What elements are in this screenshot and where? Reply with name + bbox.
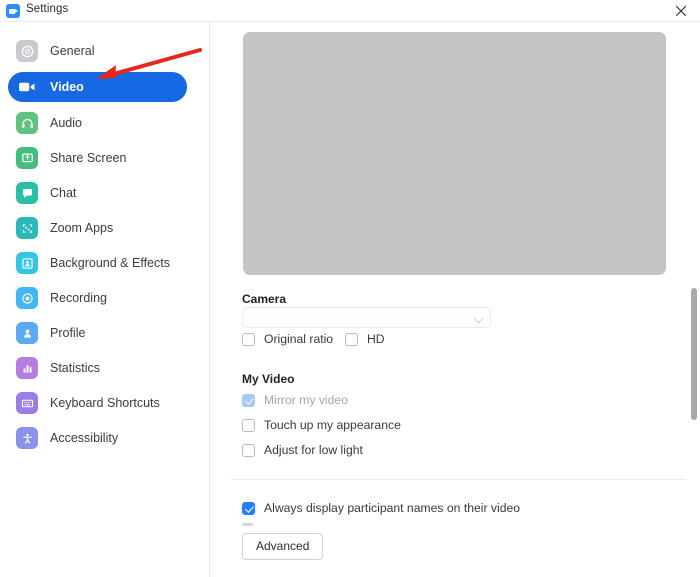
sidebar-item-label: General	[50, 44, 94, 58]
sidebar-item-label: Profile	[50, 326, 85, 340]
checkbox-box	[242, 394, 255, 407]
sidebar-item-label: Statistics	[50, 361, 100, 375]
checkbox-box	[345, 333, 358, 346]
close-button[interactable]	[666, 0, 696, 22]
sidebar-item-label: Audio	[50, 116, 82, 130]
checkbox-label: Touch up my appearance	[264, 418, 401, 432]
checkbox-always-display-names[interactable]: Always display participant names on thei…	[242, 501, 520, 515]
checkbox-label: HD	[367, 332, 385, 346]
close-icon	[675, 5, 687, 17]
zoom-camera-icon	[6, 4, 20, 18]
title-bar: Settings	[0, 0, 700, 22]
sidebar-item-label: Chat	[50, 186, 76, 200]
window-title: Settings	[26, 3, 68, 15]
checkbox-original-ratio[interactable]: Original ratio	[242, 332, 333, 346]
checkbox-mirror-my-video[interactable]: Mirror my video	[242, 393, 348, 407]
sidebar-item-statistics[interactable]: Statistics	[8, 353, 187, 383]
person-icon	[16, 322, 38, 344]
sidebar-item-audio[interactable]: Audio	[8, 108, 187, 138]
sidebar-item-general[interactable]: General	[8, 36, 187, 66]
checkbox-label: Always display participant names on thei…	[264, 501, 520, 515]
advanced-button[interactable]: Advanced	[242, 533, 323, 560]
settings-window: Settings General Video Audi	[0, 0, 700, 577]
chevron-down-icon	[474, 314, 484, 324]
sidebar-item-keyboard-shortcuts[interactable]: Keyboard Shortcuts	[8, 388, 187, 418]
headphones-icon	[16, 112, 38, 134]
bar-chart-icon	[16, 357, 38, 379]
checkbox-label: Original ratio	[264, 332, 333, 346]
sidebar-item-label: Video	[50, 80, 84, 94]
checkbox-adjust-low-light[interactable]: Adjust for low light	[242, 443, 363, 457]
camera-select[interactable]	[242, 307, 491, 328]
sidebar-item-label: Share Screen	[50, 151, 126, 165]
checkbox-box	[242, 502, 255, 515]
keyboard-icon	[16, 392, 38, 414]
checkbox-touch-up-appearance[interactable]: Touch up my appearance	[242, 418, 401, 432]
sidebar-item-label: Background & Effects	[50, 256, 170, 270]
chat-bubble-icon	[16, 182, 38, 204]
sidebar-item-profile[interactable]: Profile	[8, 318, 187, 348]
sidebar-item-video[interactable]: Video	[8, 72, 187, 102]
my-video-heading: My Video	[242, 372, 294, 386]
sidebar-item-label: Recording	[50, 291, 107, 305]
person-frame-icon	[16, 252, 38, 274]
sidebar-item-label: Accessibility	[50, 431, 118, 445]
sidebar-item-background-effects[interactable]: Background & Effects	[8, 248, 187, 278]
checkbox-box	[242, 419, 255, 432]
sidebar-item-zoom-apps[interactable]: Zoom Apps	[8, 213, 187, 243]
sidebar-item-label: Zoom Apps	[50, 221, 113, 235]
sidebar-item-label: Keyboard Shortcuts	[50, 396, 160, 410]
sidebar-item-share-screen[interactable]: Share Screen	[8, 143, 187, 173]
zoom-apps-icon	[16, 217, 38, 239]
video-settings-panel: Camera Original ratio HD My Video Mirror…	[211, 22, 700, 577]
clipped-checkbox-row[interactable]	[242, 523, 253, 526]
accessibility-icon	[16, 427, 38, 449]
section-divider	[231, 479, 686, 480]
checkbox-box	[242, 444, 255, 457]
checkbox-box	[242, 333, 255, 346]
sidebar-item-chat[interactable]: Chat	[8, 178, 187, 208]
video-camera-icon	[16, 76, 38, 98]
checkbox-label: Mirror my video	[264, 393, 348, 407]
share-screen-icon	[16, 147, 38, 169]
scrollbar-thumb[interactable]	[691, 288, 697, 420]
video-preview	[243, 32, 666, 275]
checkbox-label: Adjust for low light	[264, 443, 363, 457]
sidebar-item-accessibility[interactable]: Accessibility	[8, 423, 187, 453]
checkbox-hd[interactable]: HD	[345, 332, 385, 346]
gear-icon	[16, 40, 38, 62]
record-circle-icon	[16, 287, 38, 309]
sidebar-item-recording[interactable]: Recording	[8, 283, 187, 313]
camera-heading: Camera	[242, 292, 286, 306]
sidebar: General Video Audio Share Screen	[0, 22, 210, 577]
